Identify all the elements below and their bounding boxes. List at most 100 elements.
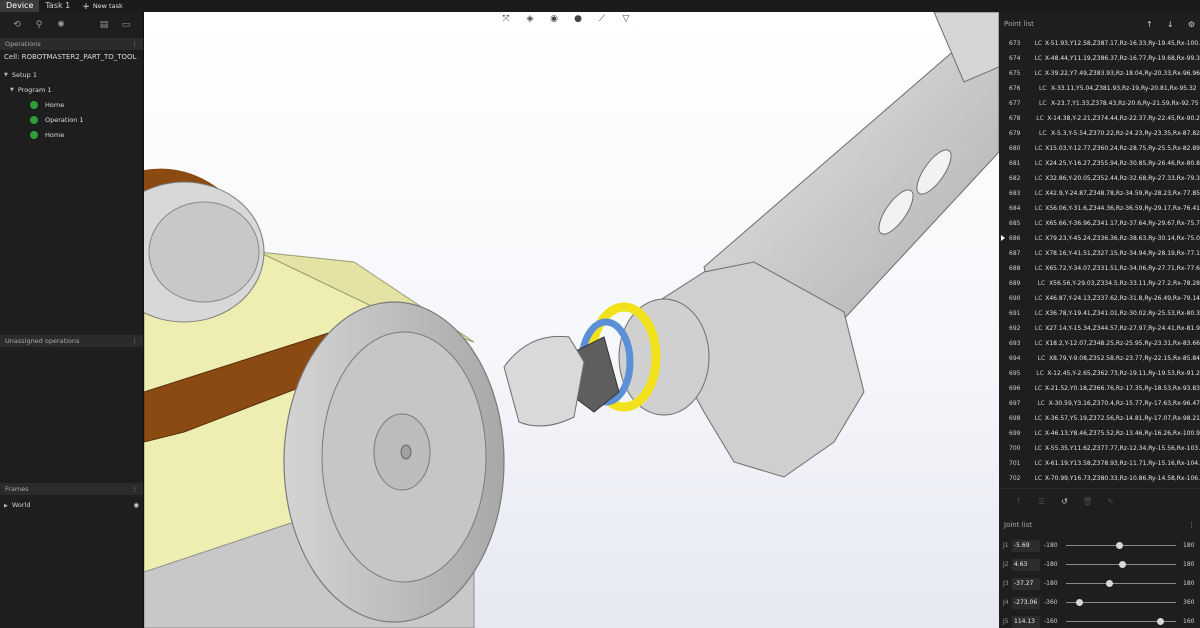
operations-header: Operations ⋮ bbox=[0, 38, 143, 50]
point-row[interactable]: 701 LC X-61.19,Y13.58,Z378.93,Rz-11.71,Ry-… bbox=[999, 456, 1200, 471]
joint-value-input[interactable]: 4.63 bbox=[1012, 558, 1040, 571]
point-row[interactable]: 677 LC X-23.7,Y1.33,Z378.43,Rz-20.6,Ry-21.… bbox=[999, 96, 1200, 111]
joint-slider[interactable] bbox=[1066, 618, 1176, 625]
item-label: Home bbox=[45, 100, 65, 109]
eye-icon[interactable]: ◉ bbox=[133, 501, 139, 509]
point-row[interactable]: 698 LC X-36.57,Y5.19,Z372.56,Rz-14.81,Ry-1… bbox=[999, 411, 1200, 426]
motion-type: LC bbox=[1037, 400, 1045, 407]
plus-icon: + bbox=[82, 2, 90, 12]
point-row[interactable]: 689 LC X56.56,Y-29.03,Z334.5,Rz-33.11,Ry-2… bbox=[999, 276, 1200, 291]
3d-viewport[interactable]: ⤧ ◈ ◉ ● ⟋ ▽ bbox=[144, 12, 999, 628]
point-row[interactable]: 684 LC X56.06,Y-31.6,Z344.36,Rz-36.59,Ry-2… bbox=[999, 201, 1200, 216]
point-coords: X15.03,Y-12.77,Z360.24,Rz-28.75,Ry-25.5,… bbox=[1045, 145, 1200, 152]
frames-header: Frames ⋮ bbox=[0, 483, 143, 495]
tree-item-home-2[interactable]: Home bbox=[0, 127, 143, 142]
move-up-icon[interactable]: ↑ bbox=[1007, 497, 1030, 506]
kebab-icon[interactable]: ⋮ bbox=[132, 337, 139, 345]
point-row[interactable]: 690 LC X46.87,Y-24.13,Z337.62,Rz-31.8,Ry-2… bbox=[999, 291, 1200, 306]
joint-value-input[interactable]: -273.06 bbox=[1012, 596, 1040, 609]
point-row[interactable]: 696 LC X-21.52,Y0.18,Z366.76,Rz-17.35,Ry-1… bbox=[999, 381, 1200, 396]
point-row[interactable]: 686 LC X79.23,Y-45.24,Z336.36,Rz-38.63,Ry-… bbox=[999, 231, 1200, 246]
point-row[interactable]: 697 LC X-30.59,Y3.16,Z370.4,Rz-15.77,Ry-17… bbox=[999, 396, 1200, 411]
slider-handle[interactable] bbox=[1115, 542, 1123, 549]
tab-task-1[interactable]: Task 1 bbox=[39, 0, 76, 12]
joint-max: 360 bbox=[1183, 599, 1195, 606]
kebab-icon[interactable]: ⋮ bbox=[132, 485, 139, 493]
point-row[interactable]: 673 LC X-51.93,Y12.58,Z387.17,Rz-16.33,Ry-… bbox=[999, 36, 1200, 51]
undo-icon[interactable]: ↺ bbox=[1053, 497, 1076, 506]
tree-item-operation-1[interactable]: Operation 1 bbox=[0, 112, 143, 127]
tree-setup[interactable]: ▼ Setup 1 bbox=[0, 67, 143, 82]
kebab-icon[interactable]: ⋮ bbox=[1188, 521, 1195, 529]
joint-value-input[interactable]: 114.13 bbox=[1012, 615, 1040, 628]
point-row[interactable]: 676 LC X-33.11,Y5.04,Z381.93,Rz-19,Ry-20.8… bbox=[999, 81, 1200, 96]
joint-slider[interactable] bbox=[1066, 580, 1176, 587]
point-row[interactable]: 675 LC X-39.22,Y7.49,Z383.93,Rz-18.04,Ry-2… bbox=[999, 66, 1200, 81]
tree-program[interactable]: ▼ Program 1 bbox=[0, 82, 143, 97]
path-icon[interactable]: ⟋ bbox=[595, 14, 609, 24]
point-row[interactable]: 681 LC X24.25,Y-16.27,Z355.94,Rz-30.85,Ry-… bbox=[999, 156, 1200, 171]
tree-item-home-1[interactable]: Home bbox=[0, 97, 143, 112]
point-number: 683 bbox=[1009, 190, 1021, 197]
point-coords: X-48.44,Y11.19,Z386.37,Rz-16.77,Ry-19.68… bbox=[1044, 55, 1200, 62]
fit-view-icon[interactable]: ⤧ bbox=[499, 14, 513, 24]
caret-right-icon[interactable]: ▶ bbox=[4, 503, 8, 509]
point-row[interactable]: 688 LC X65.72,Y-34.07,Z331.51,Rz-34.06,Ry-… bbox=[999, 261, 1200, 276]
cursor-icon[interactable]: ⟲ bbox=[6, 20, 28, 30]
motion-type: LC bbox=[1034, 205, 1043, 212]
joint-min: -180 bbox=[1044, 561, 1058, 568]
joint-value-input[interactable]: -37.27 bbox=[1012, 577, 1040, 590]
gear-icon[interactable]: ✺ bbox=[50, 20, 72, 30]
point-row[interactable]: 699 LC X-46.13,Y8.46,Z375.52,Rz-13.46,Ry-1… bbox=[999, 426, 1200, 441]
point-row[interactable]: 691 LC X36.78,Y-19.41,Z341.01,Rz-30.02,Ry-… bbox=[999, 306, 1200, 321]
arrow-up-icon[interactable]: ↑ bbox=[1146, 20, 1153, 29]
eye-icon[interactable]: ◉ bbox=[547, 14, 561, 24]
cube-icon[interactable]: ◈ bbox=[523, 14, 537, 24]
point-row[interactable]: 685 LC X65.66,Y-36.96,Z341.17,Rz-37.64,Ry-… bbox=[999, 216, 1200, 231]
left-sidebar: ⟲ ⚲ ✺ ▤ ▭ Operations ⋮ Cell: ROBOTMASTER… bbox=[0, 12, 144, 628]
file-icon[interactable]: ▤ bbox=[93, 20, 115, 30]
point-coords: X27.14,Y-15.34,Z344.57,Rz-27.97,Ry-24.41… bbox=[1045, 325, 1200, 332]
point-row[interactable]: 692 LC X27.14,Y-15.34,Z344.57,Rz-27.97,Ry-… bbox=[999, 321, 1200, 336]
joint-slider[interactable] bbox=[1066, 561, 1176, 568]
slider-handle[interactable] bbox=[1118, 561, 1126, 568]
slider-handle[interactable] bbox=[1156, 618, 1164, 625]
point-row[interactable]: 682 LC X32.86,Y-20.05,Z352.44,Rz-32.68,Ry-… bbox=[999, 171, 1200, 186]
settings-icon[interactable]: ⚙ bbox=[1188, 20, 1195, 29]
caret-down-icon[interactable]: ▼ bbox=[4, 72, 8, 78]
point-row[interactable]: 680 LC X15.03,Y-12.77,Z360.24,Rz-28.75,Ry-… bbox=[999, 141, 1200, 156]
sphere-icon[interactable]: ● bbox=[571, 14, 585, 24]
point-row[interactable]: 674 LC X-48.44,Y11.19,Z386.37,Rz-16.77,Ry-… bbox=[999, 51, 1200, 66]
filter-icon[interactable]: ▽ bbox=[619, 14, 633, 24]
point-coords: X-5.3,Y-5.54,Z370.22,Rz-24.23,Ry-23.35,R… bbox=[1051, 130, 1200, 137]
frames-world[interactable]: ▶ World ◉ bbox=[0, 497, 143, 512]
point-row[interactable]: 694 LC X8.79,Y-9.08,Z352.58,Rz-23.77,Ry-22… bbox=[999, 351, 1200, 366]
monitor-icon[interactable]: ▭ bbox=[115, 20, 137, 30]
delete-icon[interactable]: 🗑 bbox=[1076, 497, 1099, 506]
motion-type: LC bbox=[1034, 220, 1043, 227]
joint-slider[interactable] bbox=[1066, 599, 1176, 606]
point-row[interactable]: 683 LC X42.9,Y-24.87,Z348.78,Rz-34.59,Ry-2… bbox=[999, 186, 1200, 201]
point-number: 691 bbox=[1009, 310, 1021, 317]
point-row[interactable]: 679 LC X-5.3,Y-5.54,Z370.22,Rz-24.23,Ry-23… bbox=[999, 126, 1200, 141]
tab-device[interactable]: Device bbox=[0, 0, 40, 12]
point-row[interactable]: 702 LC X-70.99,Y16.73,Z380.33,Rz-10.86,Ry-… bbox=[999, 471, 1200, 486]
point-list[interactable]: 673 LC X-51.93,Y12.58,Z387.17,Rz-16.33,Ry-… bbox=[999, 36, 1200, 488]
point-row[interactable]: 700 LC X-55.35,Y11.62,Z377.77,Rz-12.34,Ry-… bbox=[999, 441, 1200, 456]
slider-handle[interactable] bbox=[1075, 599, 1083, 606]
point-row[interactable]: 687 LC X78.16,Y-41.51,Z327.15,Rz-34.94,Ry-… bbox=[999, 246, 1200, 261]
list-icon[interactable]: ☰ bbox=[1030, 497, 1053, 506]
caret-down-icon[interactable]: ▼ bbox=[10, 87, 14, 93]
point-row[interactable]: 693 LC X18.2,Y-12.07,Z348.25,Rz-25.95,Ry-2… bbox=[999, 336, 1200, 351]
arrow-down-icon[interactable]: ↓ bbox=[1167, 20, 1174, 29]
magnet-icon[interactable]: ⚲ bbox=[28, 20, 50, 30]
motion-type: LC bbox=[1034, 70, 1043, 77]
point-row[interactable]: 678 LC X-14.38,Y-2.21,Z374.44,Rz-22.37,Ry-… bbox=[999, 111, 1200, 126]
slider-handle[interactable] bbox=[1106, 580, 1114, 587]
point-row[interactable]: 695 LC X-12.45,Y-2.65,Z362.73,Rz-19.11,Ry-… bbox=[999, 366, 1200, 381]
kebab-icon[interactable]: ⋮ bbox=[132, 40, 139, 48]
new-task-button[interactable]: + New task bbox=[76, 0, 122, 12]
joint-slider[interactable] bbox=[1066, 542, 1176, 549]
edit-icon[interactable]: ✎ bbox=[1099, 497, 1122, 506]
joint-value-input[interactable]: -5.69 bbox=[1012, 539, 1040, 552]
